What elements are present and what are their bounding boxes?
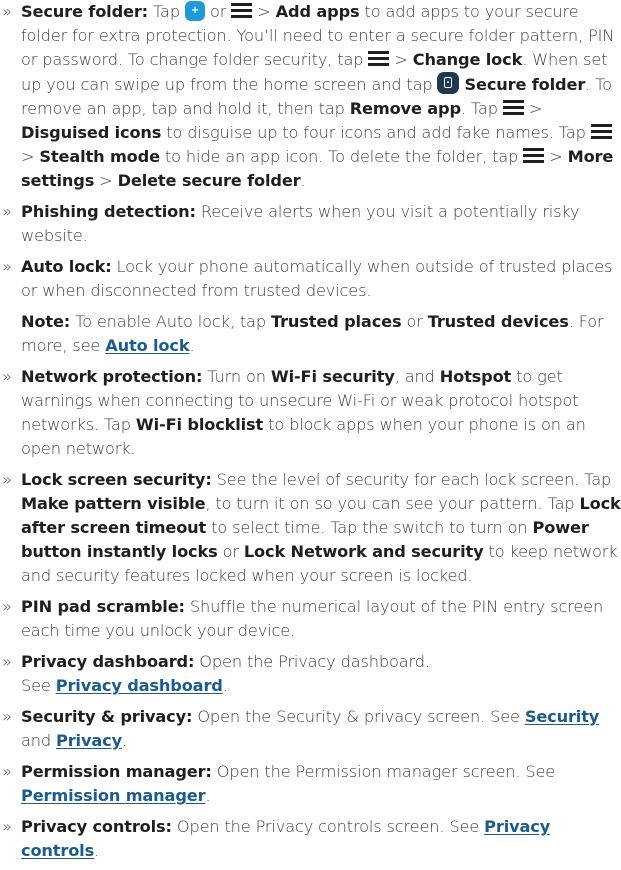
bullet-marker: » xyxy=(2,367,12,386)
term-phishing: Phishing detection: xyxy=(21,202,196,221)
secure-folder-icon xyxy=(437,72,460,94)
term-security-privacy: Security & privacy: xyxy=(21,707,193,726)
menu-icon xyxy=(231,3,253,18)
term-network-protection: Network protection: xyxy=(21,367,203,386)
privacy-dashboard-link[interactable]: Privacy dashboard xyxy=(56,676,223,695)
bullet-marker: » xyxy=(2,202,12,221)
permission-manager-link[interactable]: Permission manager xyxy=(21,786,206,805)
list-item-permission-manager: » Permission manager: Open the Permissio… xyxy=(2,762,556,805)
list-item-auto-lock: » Auto lock: Lock your phone automatical… xyxy=(2,257,613,300)
security-link[interactable]: Security xyxy=(525,707,600,726)
list-item-phishing: » Phishing detection: Receive alerts whe… xyxy=(2,202,580,245)
list-item-privacy-controls: » Privacy controls: Open the Privacy con… xyxy=(2,817,551,860)
list-item-network-protection: » Network protection: Turn on Wi-Fi secu… xyxy=(2,367,586,458)
note-paragraph: Note: To enable Auto lock, tap Trusted p… xyxy=(21,312,604,355)
manual-page: » Secure folder: Tap or > Add apps to ad… xyxy=(0,0,621,870)
term-lock-screen-security: Lock screen security: xyxy=(21,470,212,489)
list-item-privacy-dashboard: » Privacy dashboard: Open the Privacy da… xyxy=(2,652,430,695)
list-item-lock-screen-security: » Lock screen security: See the level of… xyxy=(2,470,621,585)
menu-icon xyxy=(590,124,612,139)
term-secure-folder: Secure folder: xyxy=(21,2,148,21)
list-item-pin-pad-scramble: » PIN pad scramble: Shuffle the numerica… xyxy=(2,597,604,640)
menu-icon xyxy=(368,51,390,66)
bullet-marker: » xyxy=(2,707,12,726)
bullet-marker: » xyxy=(2,2,12,21)
privacy-link[interactable]: Privacy xyxy=(56,731,122,750)
menu-icon xyxy=(523,148,545,163)
bullet-marker: » xyxy=(2,597,12,616)
list-item-secure-folder: » Secure folder: Tap or > Add apps to ad… xyxy=(0,0,621,193)
note-label: Note: xyxy=(21,312,71,331)
bullet-marker: » xyxy=(2,652,12,671)
bullet-marker: » xyxy=(2,817,12,836)
bullet-marker: » xyxy=(2,470,12,489)
list-item-security-privacy: » Security & privacy: Open the Security … xyxy=(2,707,600,750)
term-auto-lock: Auto lock: xyxy=(21,257,112,276)
term-privacy-dashboard: Privacy dashboard: xyxy=(21,652,195,671)
bullet-marker: » xyxy=(2,762,12,781)
term-privacy-controls: Privacy controls: xyxy=(21,817,172,836)
bullet-marker: » xyxy=(2,257,12,276)
auto-lock-link[interactable]: Auto lock xyxy=(105,336,189,355)
add-folder-icon xyxy=(184,1,205,21)
term-pin-pad-scramble: PIN pad scramble: xyxy=(21,597,185,616)
term-permission-manager: Permission manager: xyxy=(21,762,212,781)
menu-icon xyxy=(502,100,524,115)
